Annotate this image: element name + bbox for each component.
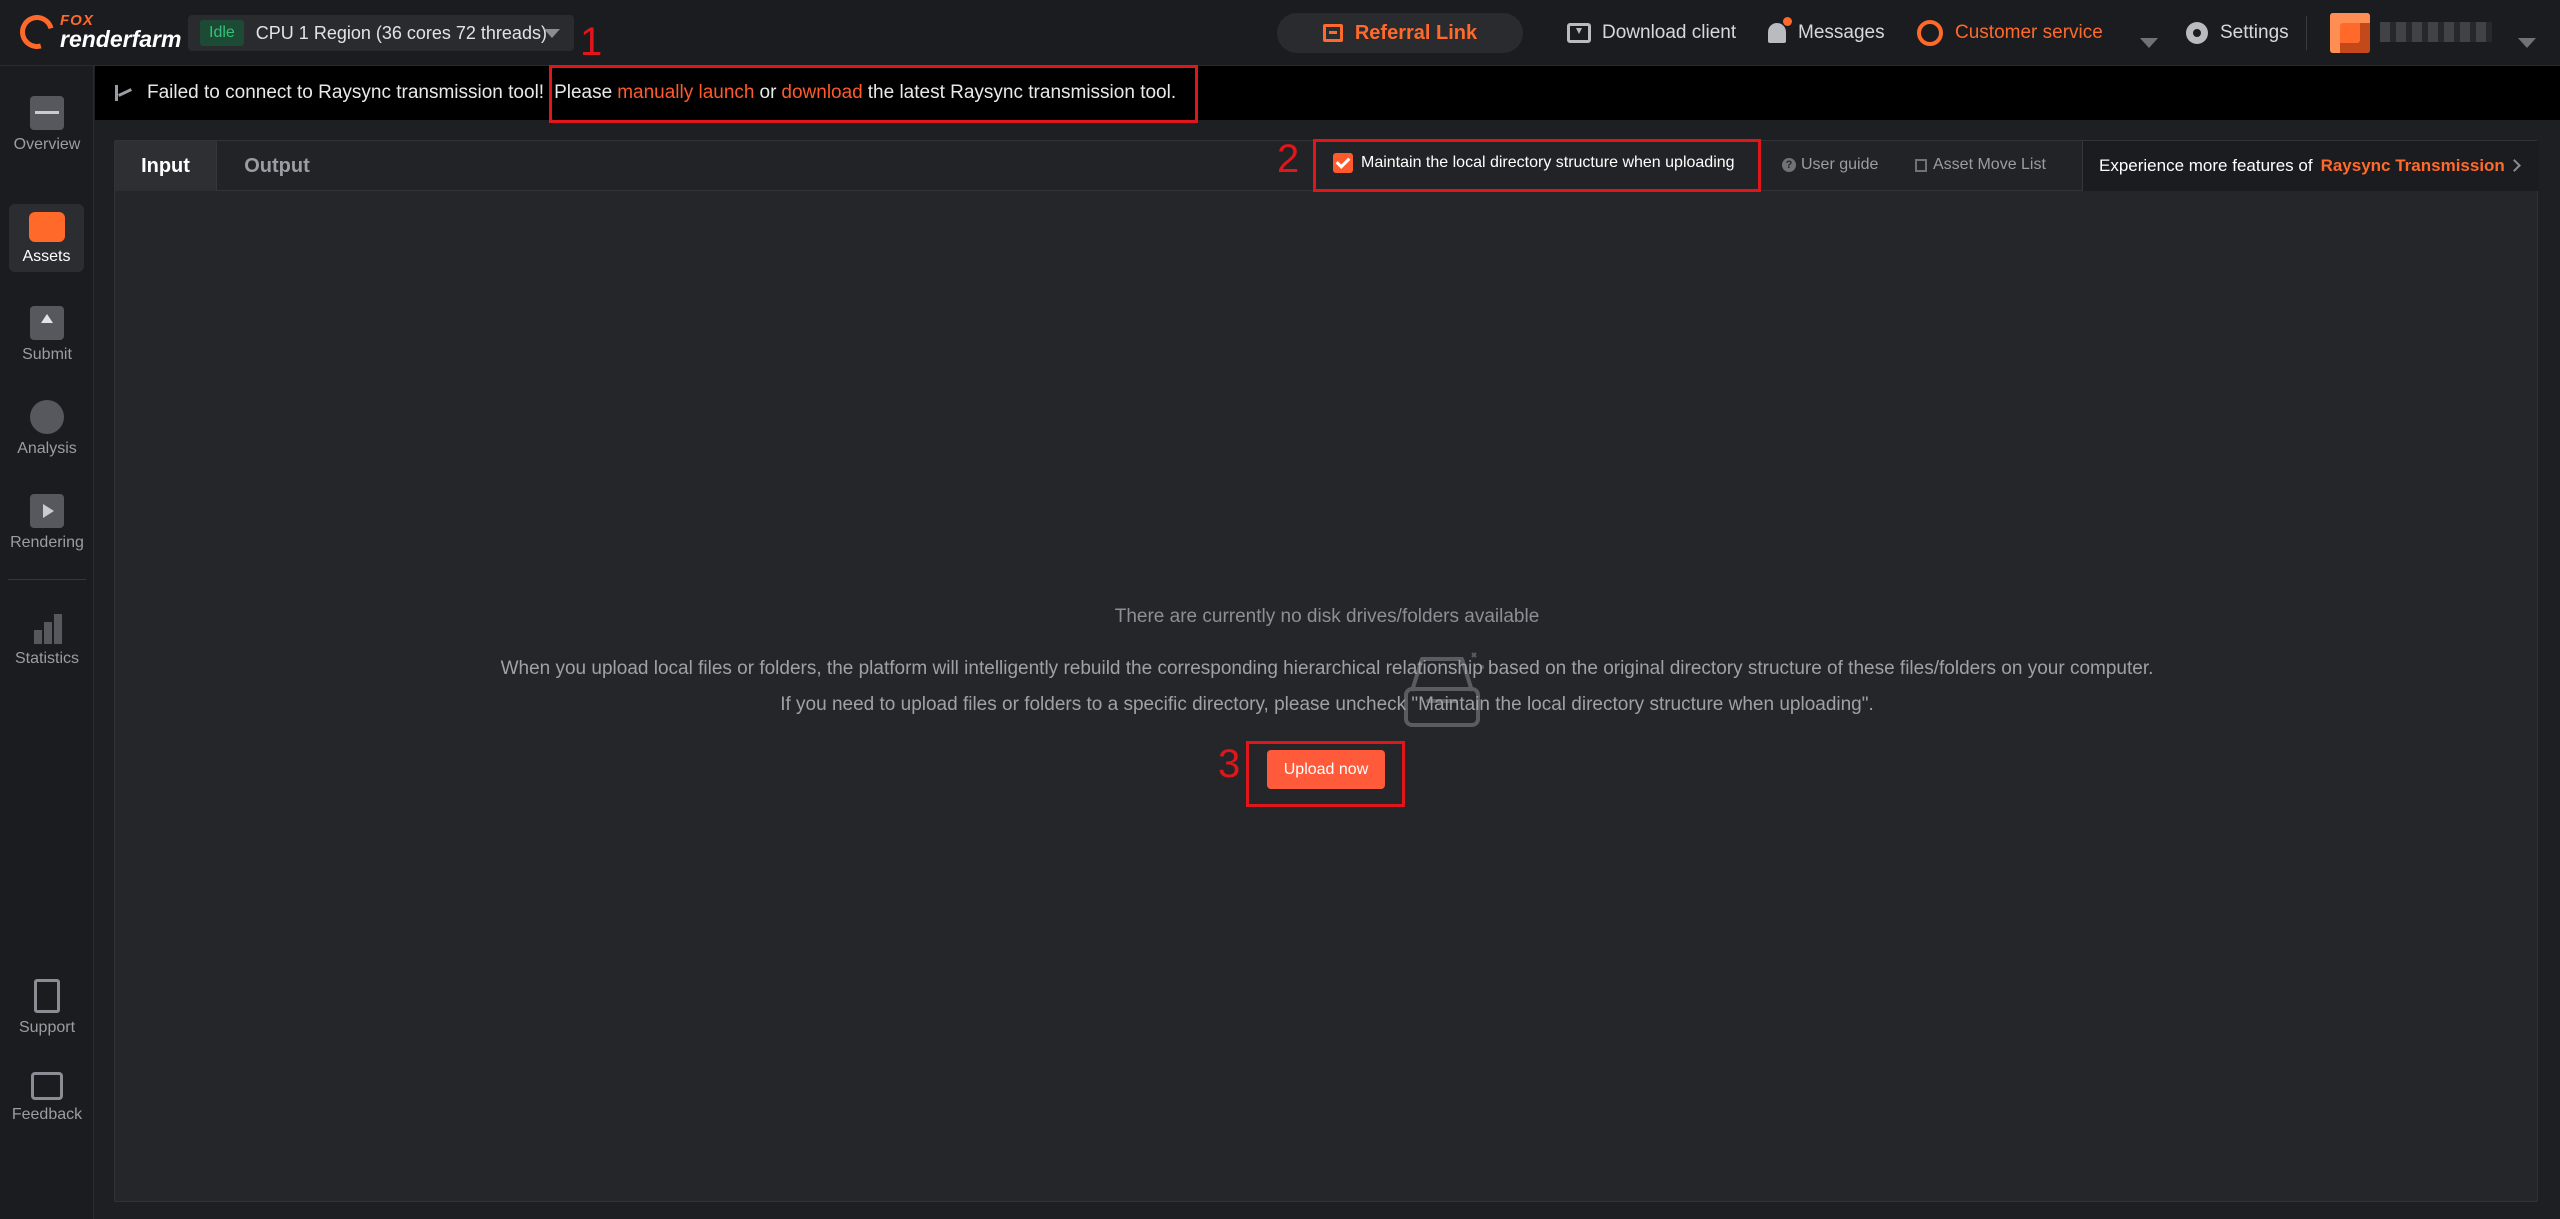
play-icon [30, 494, 64, 528]
annotation-box-2 [1313, 139, 1761, 192]
tab-output[interactable]: Output [219, 141, 335, 191]
empty-state-description-2: If you need to upload files or folders t… [780, 694, 1874, 715]
connection-icon [113, 82, 135, 104]
pulse-icon [30, 96, 64, 130]
banner-prefix: Failed to connect to Raysync transmissio… [147, 82, 545, 103]
sidebar-item-label: Overview [13, 136, 81, 153]
list-icon [1915, 158, 1927, 172]
headset-icon [1917, 20, 1943, 46]
avatar[interactable] [2330, 13, 2370, 53]
download-client-label: Download client [1602, 22, 1737, 43]
feedback-icon [31, 1072, 63, 1100]
annotation-box-3 [1246, 741, 1405, 807]
sidebar-item-label: Submit [22, 346, 72, 363]
divider [8, 579, 86, 580]
raysync-promo-link[interactable]: Experience more features of Raysync Tran… [2082, 141, 2539, 191]
empty-state-description-1: When you upload local files or folders, … [500, 658, 2154, 679]
user-guide-label: User guide [1801, 156, 1879, 173]
username-redacted [2380, 22, 2492, 42]
sidebar-item-assets[interactable]: Assets [9, 204, 84, 272]
fox-logo-icon [13, 8, 61, 56]
referral-label: Referral Link [1354, 21, 1478, 44]
top-bar: FOX renderfarm Idle CPU 1 Region (36 cor… [0, 0, 2560, 66]
sidebar-item-statistics[interactable]: Statistics [0, 610, 94, 668]
download-client-button[interactable]: Download client [1567, 18, 1736, 48]
help-icon: ? [1782, 158, 1796, 172]
annotation-label-2: 2 [1277, 137, 1300, 181]
sidebar-item-label: Rendering [10, 534, 84, 551]
tab-input[interactable]: Input [115, 141, 217, 191]
sidebar-item-label: Analysis [17, 440, 77, 457]
chevron-down-icon [2518, 38, 2536, 48]
referral-link-button[interactable]: Referral Link [1277, 13, 1523, 53]
divider [2306, 16, 2307, 50]
customer-service-button[interactable]: Customer service [1917, 18, 2103, 48]
status-badge: Idle [200, 20, 244, 46]
customer-service-label: Customer service [1955, 22, 2103, 43]
sidebar-item-label: Support [18, 1019, 76, 1036]
user-menu-dropdown[interactable] [2518, 28, 2536, 58]
sidebar: Overview Assets Submit Analysis Renderin… [0, 66, 94, 1219]
connection-error-banner: Failed to connect to Raysync transmissio… [95, 66, 2560, 120]
annotation-box-1 [549, 65, 1198, 123]
region-selector[interactable]: Idle CPU 1 Region (36 cores 72 threads) [188, 15, 574, 51]
chevron-right-icon [2508, 159, 2521, 172]
more-dropdown[interactable] [2140, 28, 2158, 58]
experience-prefix: Experience more features of [2099, 156, 2313, 175]
messages-button[interactable]: Messages [1768, 17, 1885, 48]
analysis-icon [30, 400, 64, 434]
sidebar-item-overview[interactable]: Overview [0, 96, 94, 154]
sidebar-item-feedback[interactable]: Feedback [0, 1072, 94, 1124]
sidebar-item-analysis[interactable]: Analysis [0, 400, 94, 458]
upload-icon [30, 306, 64, 340]
settings-button[interactable]: Settings [2186, 18, 2289, 48]
empty-state-title: There are currently no disk drives/folde… [1114, 606, 1540, 627]
chevron-down-icon [2140, 38, 2158, 48]
document-icon [34, 979, 60, 1013]
folder-icon [28, 212, 65, 242]
sidebar-item-label: Statistics [14, 650, 79, 667]
download-icon [1567, 23, 1591, 43]
assets-panel: Input Output Maintain the local director… [114, 140, 2539, 1202]
asset-move-list-link[interactable]: Asset Move List [1915, 156, 2046, 174]
annotation-label-3: 3 [1218, 742, 1241, 786]
chevron-down-icon [544, 29, 560, 38]
bar-chart-icon [30, 610, 64, 644]
user-guide-link[interactable]: ? User guide [1782, 156, 1878, 174]
gear-icon [2186, 22, 2208, 44]
annotation-label-1: 1 [580, 20, 603, 64]
bell-icon [1768, 17, 1792, 43]
sidebar-item-label: Assets [22, 248, 71, 265]
asset-move-label: Asset Move List [1933, 156, 2046, 173]
region-label: CPU 1 Region (36 cores 72 threads) [255, 22, 547, 43]
sidebar-item-submit[interactable]: Submit [0, 306, 94, 364]
gift-icon [1322, 24, 1343, 42]
logo[interactable]: FOX renderfarm [13, 8, 182, 56]
messages-label: Messages [1798, 22, 1885, 43]
sidebar-item-support[interactable]: Support [0, 979, 94, 1037]
sidebar-item-rendering[interactable]: Rendering [0, 494, 94, 552]
sidebar-item-label: Feedback [11, 1106, 83, 1123]
raysync-brand: Raysync Transmission [2320, 156, 2505, 175]
logo-text-bottom: renderfarm [60, 26, 182, 52]
settings-label: Settings [2220, 22, 2289, 43]
